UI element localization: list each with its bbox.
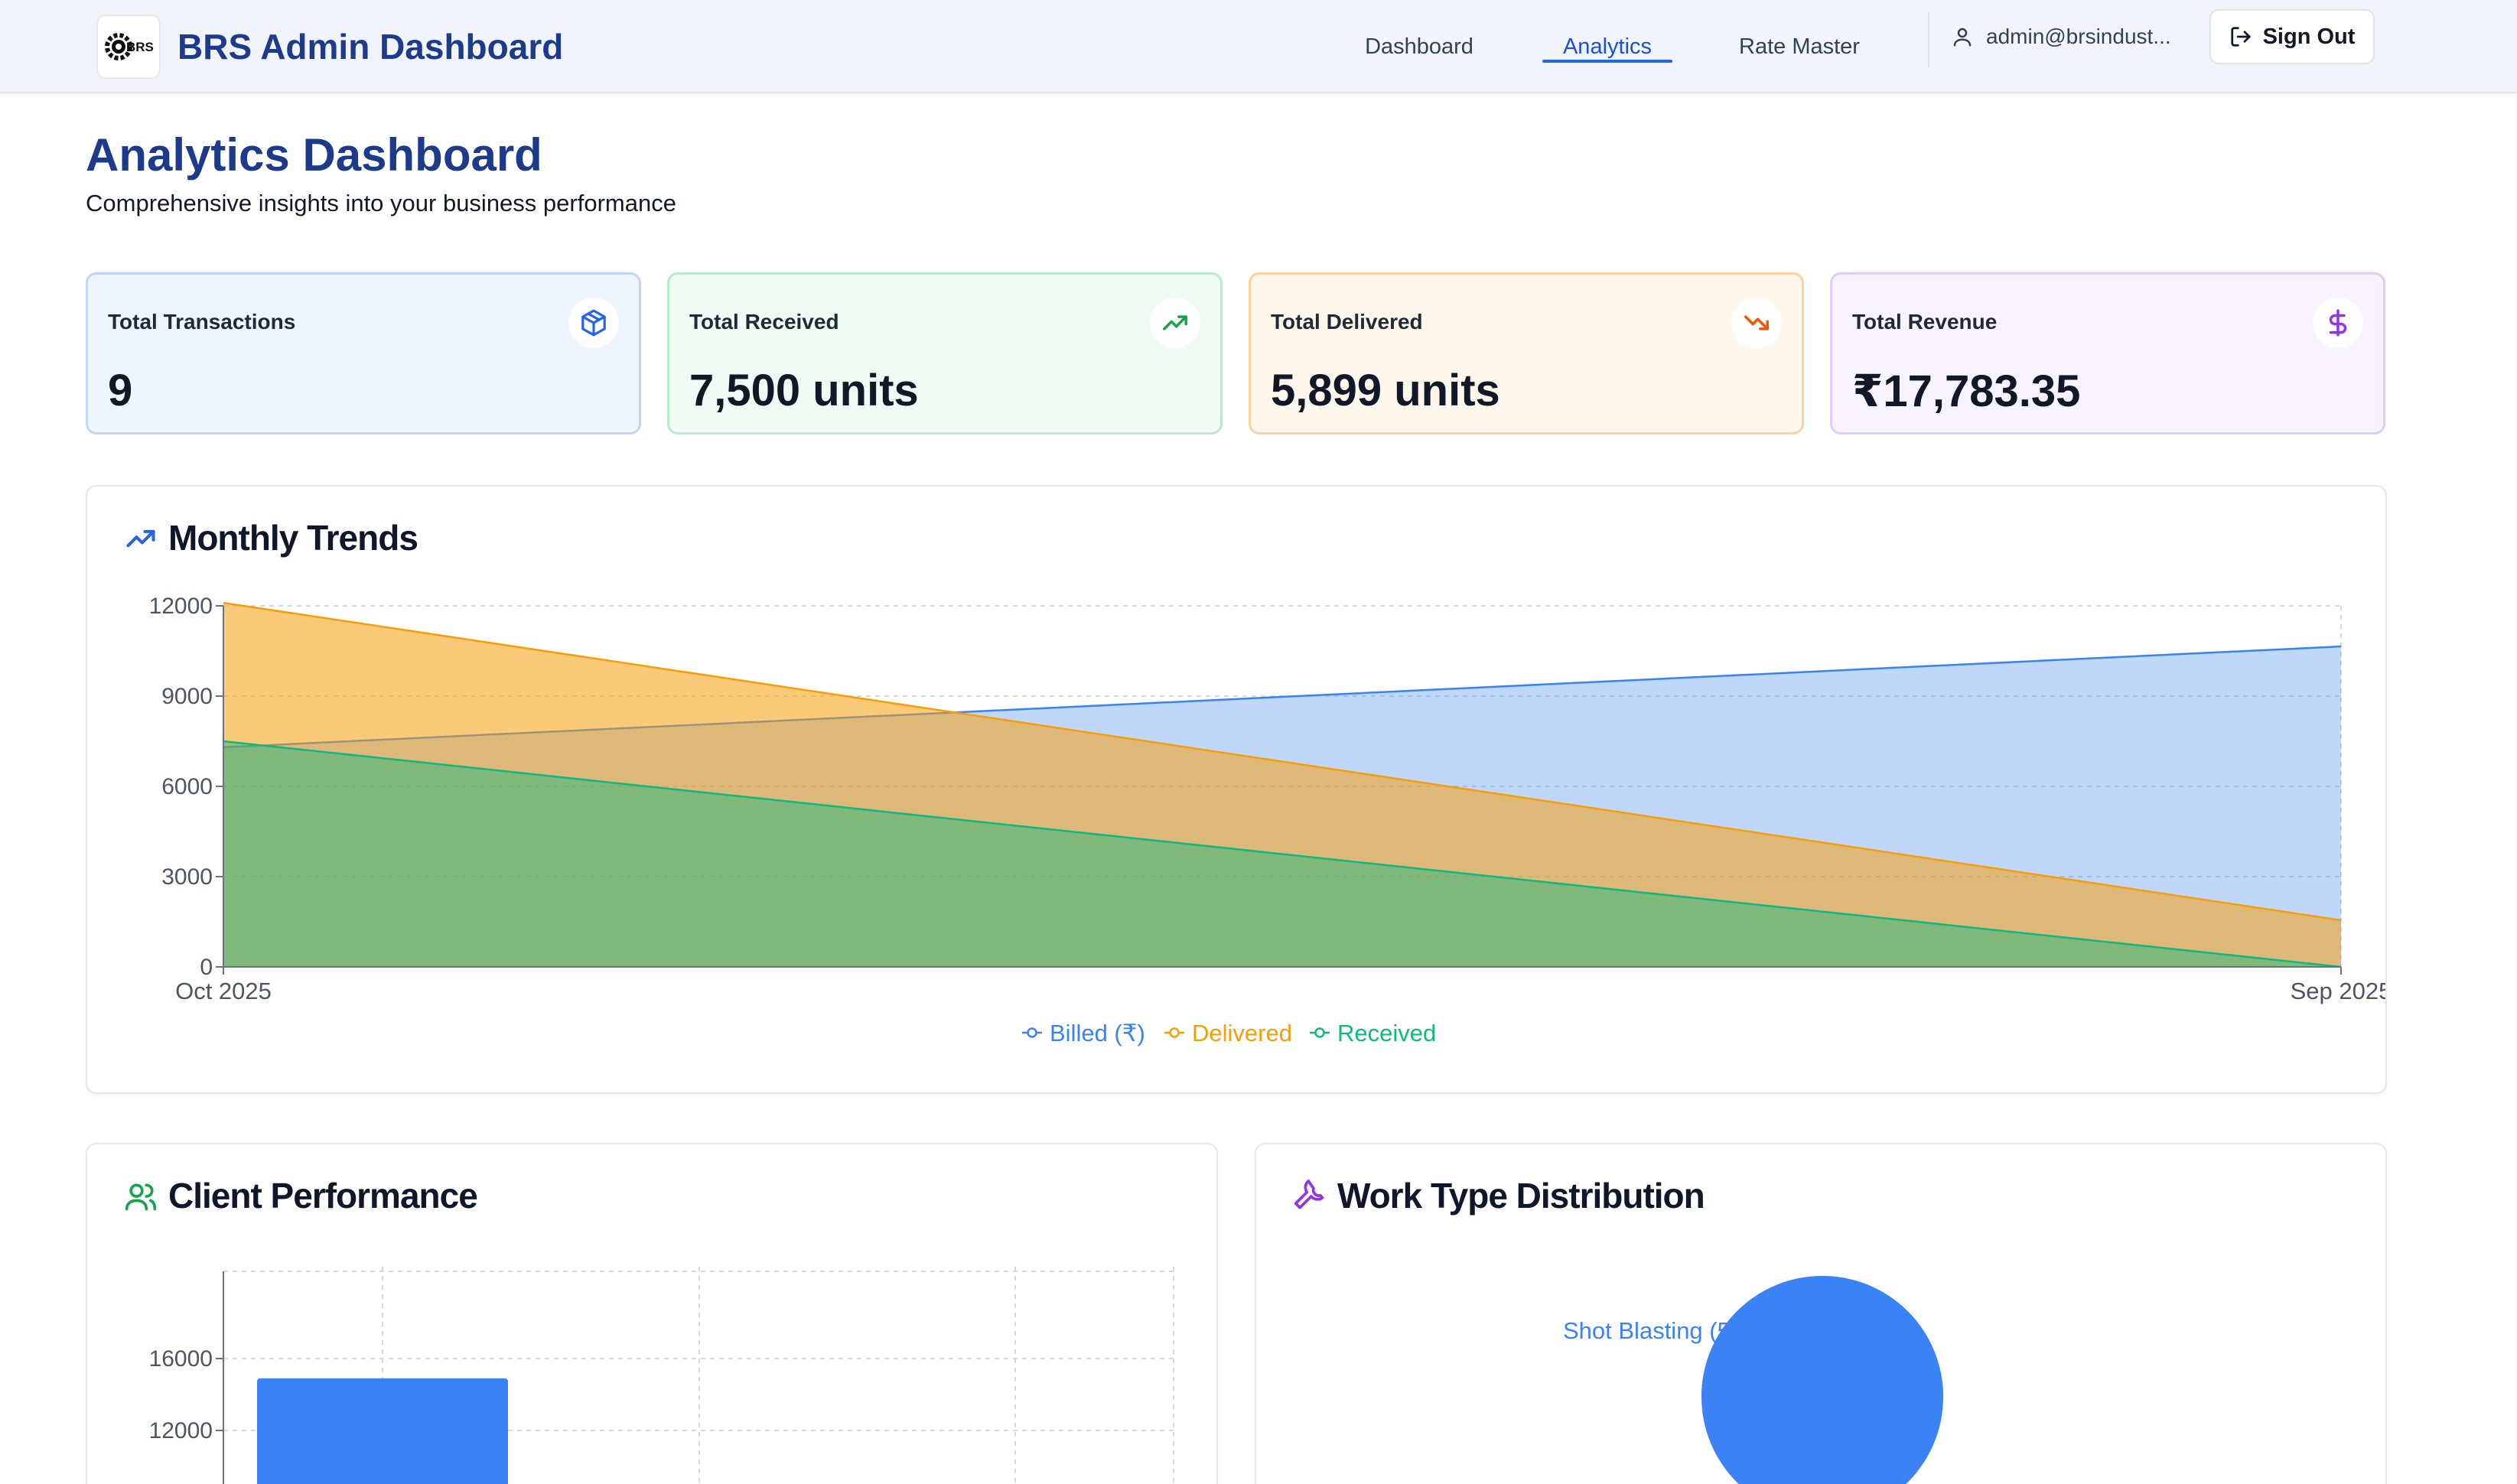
stat-value: ₹17,783.35 (1852, 366, 2081, 416)
legend-item-billed: Billed (₹) (1050, 1020, 1145, 1046)
stat-value: 9 (108, 366, 133, 415)
legend-marker (1027, 1027, 1037, 1038)
top-navbar: BRS BRS Admin Dashboard Dashboard Analyt… (0, 0, 2517, 93)
user-icon (1953, 28, 1972, 47)
pie-slice-shot-blasting-body (1701, 1276, 1943, 1484)
client-bar (257, 1378, 508, 1484)
sign-out-label: Sign Out (2262, 24, 2356, 49)
trending-down-icon (1731, 298, 1782, 348)
stat-card-transactions: Total Transactions 9 (86, 272, 641, 434)
client-performance-panel: Client Performance 80001200016000 (86, 1143, 1218, 1484)
client-performance-chart: 80001200016000 (149, 1267, 1174, 1484)
y-tick-label: 12000 (149, 1418, 213, 1443)
monthly-trends-chart: 0 3000 6000 9000 12000 Oct 2025 Sep 2025 Billed… (149, 594, 2387, 1046)
page-subtitle: Comprehensive insights into your busines… (86, 190, 676, 216)
logo-text: BRS (126, 40, 154, 54)
work-type-chart: Shot Blasting (59%) (1563, 1276, 1943, 1484)
user-email: admin@brsindust... (1986, 24, 2171, 48)
sign-out-button[interactable]: Sign Out (2209, 9, 2375, 64)
page-title: Analytics Dashboard (86, 129, 542, 181)
stat-label: Total Revenue (1852, 310, 1998, 334)
monthly-trends-panel: Monthly Trends 0 3000 6000 9000 12000 Oct 202… (86, 485, 2387, 1094)
nav-active-indicator (1542, 60, 1672, 63)
nav-rate-master[interactable]: Rate Master (1723, 0, 1876, 93)
y-tick-label: 3000 (161, 864, 213, 890)
legend-marker (1314, 1027, 1325, 1038)
brand[interactable]: BRS BRS Admin Dashboard (96, 12, 563, 81)
stat-card-delivered: Total Delivered 5,899 units (1249, 272, 1804, 434)
nav-dashboard[interactable]: Dashboard (1346, 0, 1492, 93)
stat-label: Total Received (689, 310, 839, 334)
legend-marker (1169, 1027, 1180, 1038)
stat-card-revenue: Total Revenue ₹17,783.35 (1830, 272, 2385, 434)
y-tick-label: 9000 (161, 684, 213, 709)
gear-logo-icon: BRS (105, 33, 154, 60)
stat-value: 7,500 units (689, 366, 919, 415)
nav-analytics[interactable]: Analytics (1542, 0, 1672, 93)
y-tick-label: 16000 (149, 1346, 213, 1372)
x-tick-label: Sep 2025 (2291, 978, 2387, 1004)
user-menu[interactable]: admin@brsindust... (1951, 0, 2171, 73)
dollar-icon (2313, 298, 2363, 348)
work-type-panel: Work Type Distribution Shot Blasting (59… (1255, 1143, 2387, 1484)
trending-up-icon (1150, 298, 1200, 348)
stat-label: Total Transactions (108, 310, 296, 334)
x-tick-label: Oct 2025 (175, 978, 272, 1004)
chart-legend: Billed (₹) Delivered Received (1022, 1020, 1436, 1046)
y-tick-label: 0 (200, 955, 213, 980)
stat-card-received: Total Received 7,500 units (667, 272, 1223, 434)
stat-label: Total Delivered (1271, 310, 1423, 334)
package-icon (568, 298, 619, 348)
y-tick-label: 6000 (161, 774, 213, 799)
pie-label: Shot Blasting (59%) (1563, 1317, 1773, 1344)
log-out-icon (2230, 27, 2251, 47)
legend-item-received: Received (1337, 1020, 1436, 1046)
brand-title: BRS Admin Dashboard (177, 27, 564, 67)
y-tick-label: 12000 (149, 594, 213, 619)
brand-logo: BRS (96, 15, 161, 79)
nav-divider (1928, 12, 1929, 67)
stat-value: 5,899 units (1271, 366, 1500, 415)
legend-item-delivered: Delivered (1192, 1020, 1292, 1046)
